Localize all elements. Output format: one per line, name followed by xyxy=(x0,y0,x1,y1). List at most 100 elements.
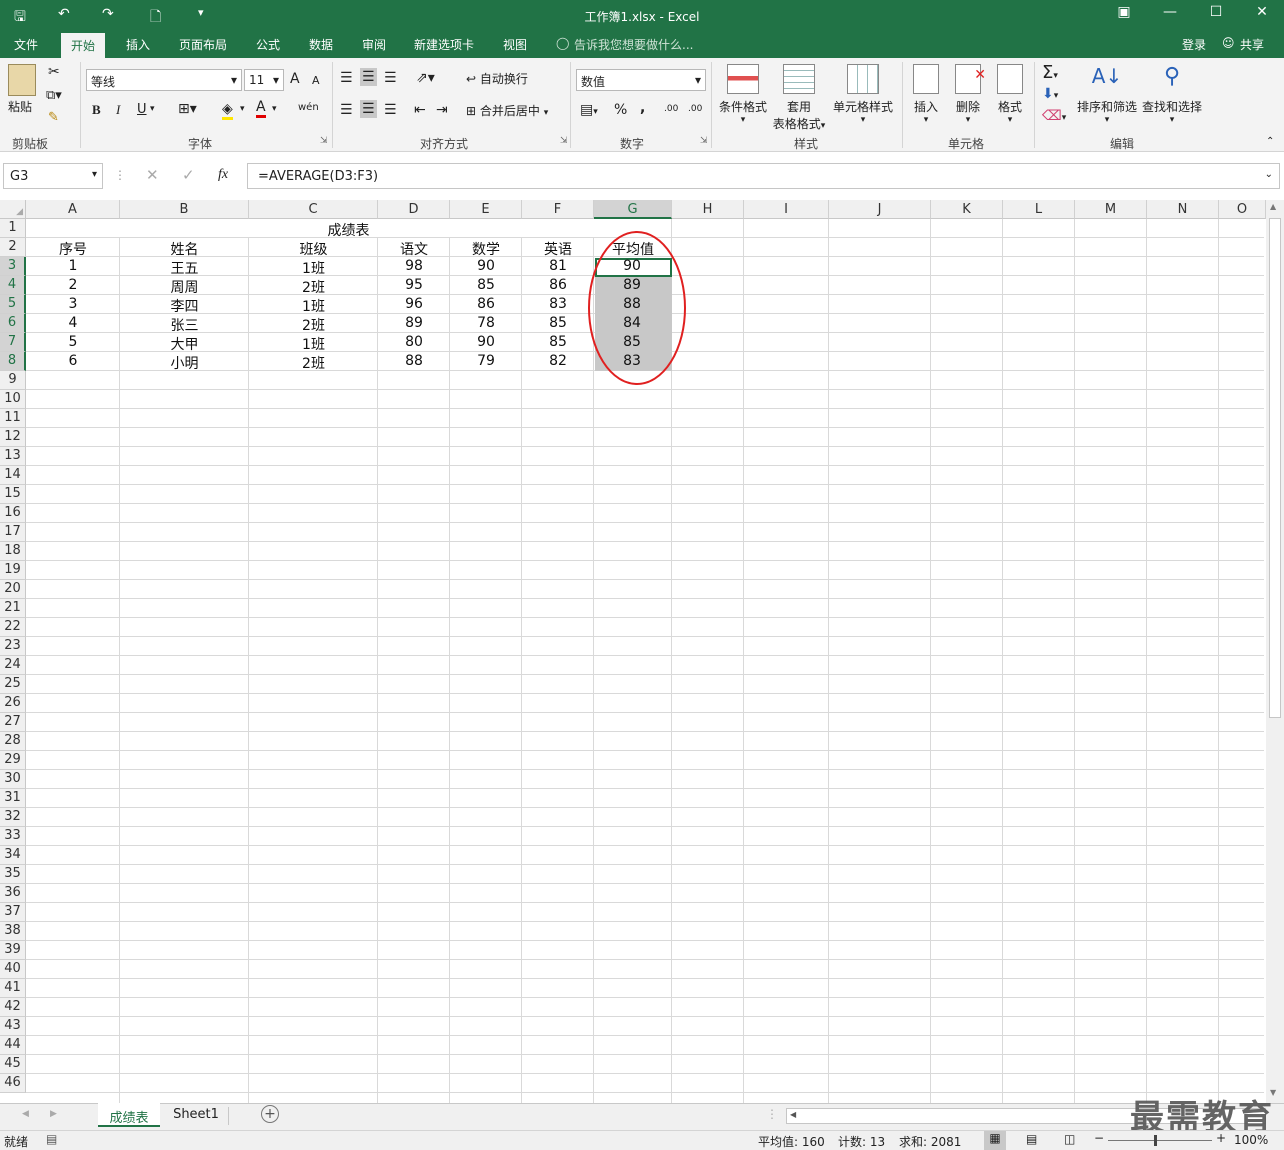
data-cell[interactable]: 2班 xyxy=(249,352,378,372)
column-header-a[interactable]: A xyxy=(26,200,120,219)
data-cell[interactable]: 2班 xyxy=(249,314,378,334)
column-header-d[interactable]: D xyxy=(378,200,450,219)
border-icon[interactable]: ⊞▾ xyxy=(178,101,197,117)
number-format-select[interactable]: 数值 ▾ xyxy=(576,69,706,91)
column-header-k[interactable]: K xyxy=(931,200,1003,219)
header-cell[interactable]: 数学 xyxy=(450,238,522,258)
column-header-h[interactable]: H xyxy=(672,200,744,219)
row-header-34[interactable]: 34 xyxy=(0,846,26,865)
data-cell[interactable]: 83 xyxy=(522,295,594,314)
column-header-n[interactable]: N xyxy=(1147,200,1219,219)
sheet-tab-active[interactable]: 成绩表 xyxy=(98,1103,160,1127)
data-cell[interactable]: 王五 xyxy=(120,257,249,277)
font-dialog-launcher-icon[interactable]: ⇲ xyxy=(320,136,328,146)
row-header-31[interactable]: 31 xyxy=(0,789,26,808)
ribbon-display-icon[interactable]: ▣ xyxy=(1111,4,1137,26)
data-cell[interactable]: 5 xyxy=(26,333,120,352)
sort-filter-button[interactable]: A↓ 排序和筛选 ▾ xyxy=(1076,64,1138,125)
align-top-icon[interactable]: ☰ xyxy=(340,70,353,86)
data-cell[interactable]: 78 xyxy=(450,314,522,333)
row-header-21[interactable]: 21 xyxy=(0,599,26,618)
decrease-decimal-button[interactable]: .00 xyxy=(688,104,702,114)
row-header-9[interactable]: 9 xyxy=(0,371,26,390)
data-cell[interactable]: 1班 xyxy=(249,295,378,315)
tab-page-layout[interactable]: 页面布局 xyxy=(179,36,227,53)
number-dialog-launcher-icon[interactable]: ⇲ xyxy=(700,136,708,146)
tab-file[interactable]: 文件 xyxy=(14,36,38,53)
shrink-font-icon[interactable]: A xyxy=(312,74,320,87)
formula-input[interactable]: =AVERAGE(D3:F3) ⌄ xyxy=(247,163,1280,189)
row-header-6[interactable]: 6 xyxy=(0,314,26,333)
zoom-slider-thumb[interactable] xyxy=(1154,1135,1157,1146)
close-button[interactable]: ✕ xyxy=(1249,4,1275,26)
row-header-25[interactable]: 25 xyxy=(0,675,26,694)
cut-icon[interactable]: ✂ xyxy=(48,64,60,80)
data-cell[interactable]: 周周 xyxy=(120,276,249,296)
normal-view-icon[interactable]: ▦ xyxy=(984,1131,1006,1150)
format-painter-icon[interactable]: ✎ xyxy=(48,110,59,125)
bold-button[interactable]: B xyxy=(92,102,101,118)
maximize-button[interactable]: ☐ xyxy=(1203,4,1229,26)
row-header-23[interactable]: 23 xyxy=(0,637,26,656)
page-break-view-icon[interactable]: ◫ xyxy=(1064,1132,1075,1146)
column-header-b[interactable]: B xyxy=(120,200,249,219)
clear-icon[interactable]: ⌫▾ xyxy=(1042,108,1066,124)
data-cell[interactable]: 张三 xyxy=(120,314,249,334)
scroll-left-icon[interactable]: ◀ xyxy=(790,1110,796,1119)
font-size-select[interactable]: 11 ▾ xyxy=(244,69,284,91)
header-cell[interactable]: 姓名 xyxy=(120,238,249,258)
data-cell[interactable]: 90 xyxy=(450,333,522,352)
increase-indent-icon[interactable]: ⇥ xyxy=(436,102,448,118)
column-header-m[interactable]: M xyxy=(1075,200,1147,219)
row-header-46[interactable]: 46 xyxy=(0,1074,26,1093)
zoom-out-icon[interactable]: − xyxy=(1094,1131,1104,1145)
data-cell[interactable]: 2班 xyxy=(249,276,378,296)
row-header-14[interactable]: 14 xyxy=(0,466,26,485)
header-cell[interactable]: 英语 xyxy=(522,238,594,258)
data-cell[interactable]: 李四 xyxy=(120,295,249,315)
copy-icon[interactable]: ⧉▾ xyxy=(46,88,62,103)
collapse-ribbon-icon[interactable]: ⌃ xyxy=(1266,136,1274,147)
decrease-indent-icon[interactable]: ⇤ xyxy=(414,102,426,118)
row-header-8[interactable]: 8 xyxy=(0,352,26,371)
align-middle-icon[interactable]: ☰ xyxy=(360,68,377,86)
delete-cells-button[interactable]: ✕ 删除 ▾ xyxy=(950,64,986,125)
tab-view[interactable]: 视图 xyxy=(503,36,527,53)
tab-data[interactable]: 数据 xyxy=(309,36,333,53)
row-header-7[interactable]: 7 xyxy=(0,333,26,352)
column-header-c[interactable]: C xyxy=(249,200,378,219)
login-link[interactable]: 登录 xyxy=(1182,36,1206,53)
data-cell[interactable]: 6 xyxy=(26,352,120,371)
autosum-icon[interactable]: Σ▾ xyxy=(1042,62,1058,83)
paste-button[interactable]: 粘贴 xyxy=(8,64,36,115)
tab-new[interactable]: 新建选项卡 xyxy=(414,36,474,53)
font-name-select[interactable]: 等线 ▾ xyxy=(86,69,242,91)
row-header-15[interactable]: 15 xyxy=(0,485,26,504)
row-header-32[interactable]: 32 xyxy=(0,808,26,827)
sheet-title[interactable]: 成绩表 xyxy=(26,219,671,239)
row-header-43[interactable]: 43 xyxy=(0,1017,26,1036)
tell-me-box[interactable]: 告诉我您想要做什么... xyxy=(574,36,693,53)
comma-style-button[interactable]: , xyxy=(640,100,645,116)
alignment-dialog-launcher-icon[interactable]: ⇲ xyxy=(560,136,568,146)
enter-icon[interactable]: ✓ xyxy=(182,166,195,184)
align-right-icon[interactable]: ☰ xyxy=(384,102,397,118)
format-cells-button[interactable]: 格式 ▾ xyxy=(992,64,1028,125)
data-cell[interactable]: 88 xyxy=(378,352,450,371)
row-header-26[interactable]: 26 xyxy=(0,694,26,713)
column-header-o[interactable]: O xyxy=(1219,200,1266,219)
align-center-icon[interactable]: ☰ xyxy=(360,100,377,118)
accounting-format-icon[interactable]: ▤▾ xyxy=(580,102,598,118)
data-cell[interactable]: 89 xyxy=(378,314,450,333)
row-header-40[interactable]: 40 xyxy=(0,960,26,979)
row-header-42[interactable]: 42 xyxy=(0,998,26,1017)
align-left-icon[interactable]: ☰ xyxy=(340,102,353,118)
row-header-16[interactable]: 16 xyxy=(0,504,26,523)
add-sheet-icon[interactable]: + xyxy=(261,1105,279,1123)
header-cell[interactable]: 语文 xyxy=(378,238,450,258)
header-cell[interactable]: 序号 xyxy=(26,238,120,258)
row-header-17[interactable]: 17 xyxy=(0,523,26,542)
data-cell[interactable]: 86 xyxy=(522,276,594,295)
data-cell[interactable]: 小明 xyxy=(120,352,249,372)
select-all-button[interactable]: ◢ xyxy=(0,200,26,219)
